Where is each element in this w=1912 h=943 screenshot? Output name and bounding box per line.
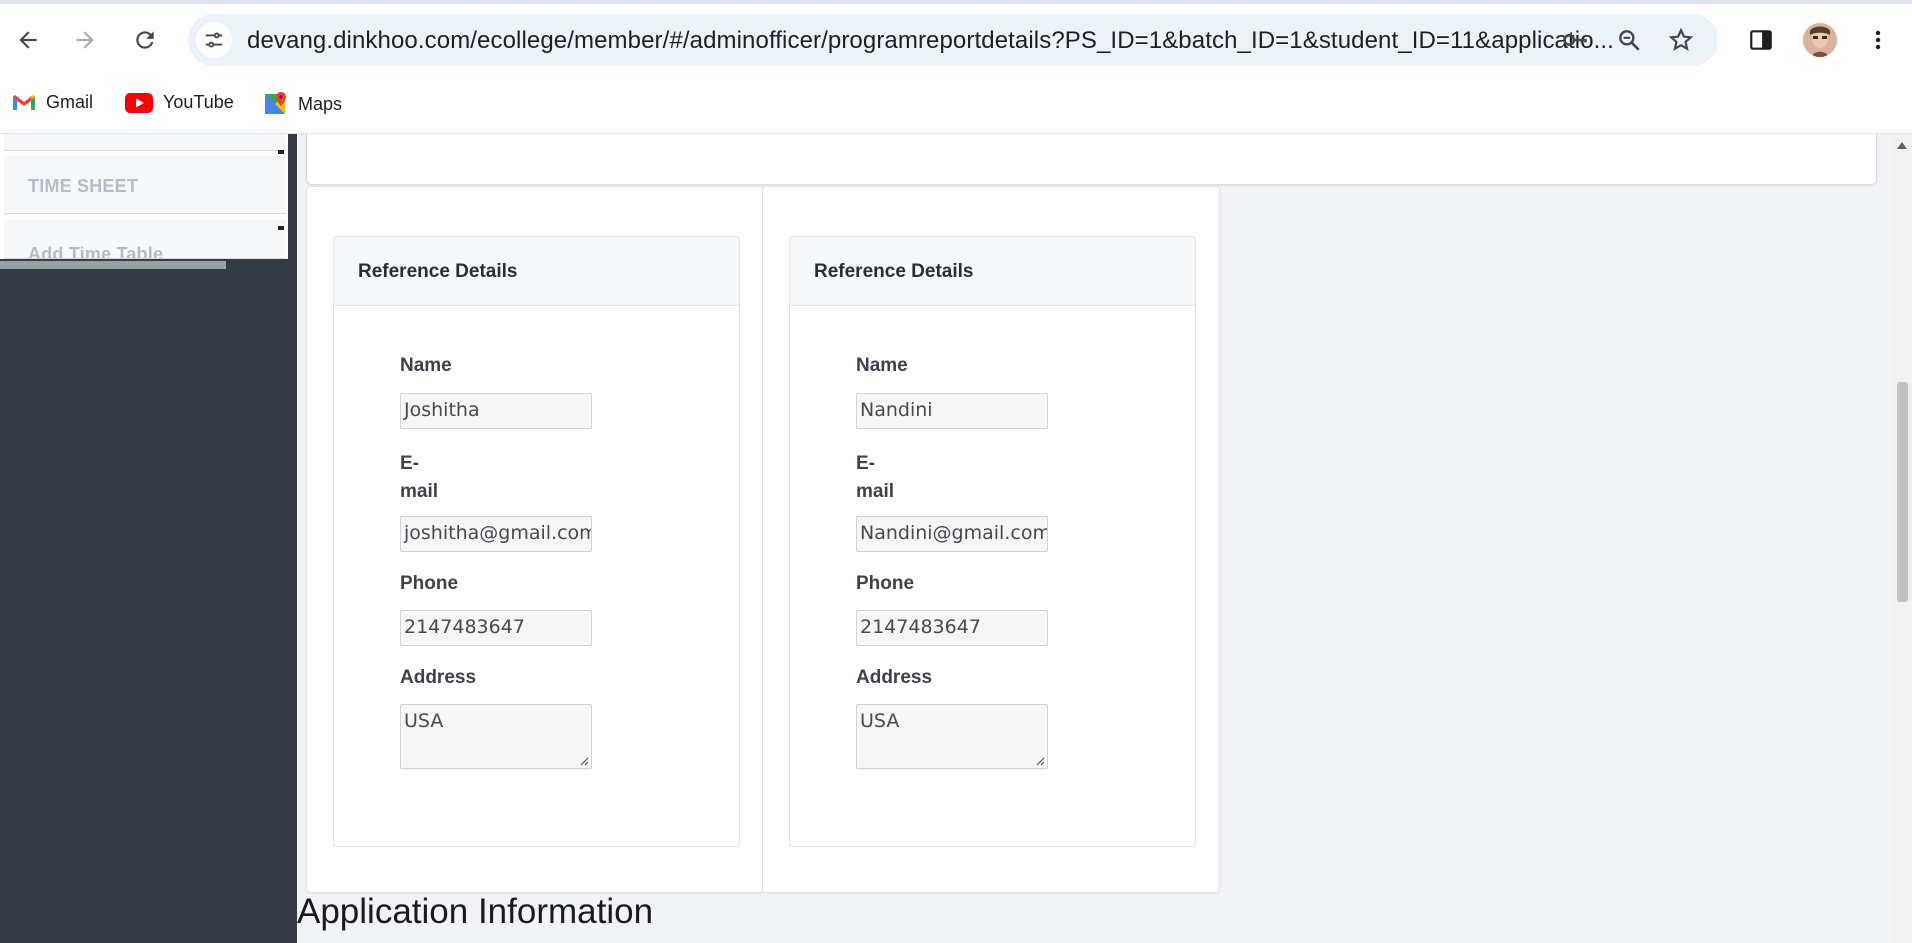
star-icon	[1668, 27, 1694, 51]
submenu-horizontal-scrollbar[interactable]	[0, 261, 226, 269]
reference-column-1: Reference Details Name Joshitha E- mail …	[306, 186, 764, 893]
back-arrow-icon	[19, 31, 37, 49]
side-panel-button[interactable]	[1743, 22, 1779, 58]
browser-toolbar: devang.dinkhoo.com/ecollege/member/#/adm…	[0, 0, 1912, 80]
email-label-line2: mail	[856, 481, 895, 502]
sidebar-item-previous[interactable]	[4, 134, 286, 151]
reference-card-title: Reference Details	[814, 261, 974, 282]
name-label: Name	[400, 355, 452, 376]
back-button[interactable]	[10, 22, 46, 58]
bookmark-youtube[interactable]: YouTube	[125, 92, 234, 113]
tab-strip-edge	[0, 0, 1912, 4]
reference-card: Reference Details Name Joshitha E- mail …	[333, 236, 740, 847]
reference-card-title: Reference Details	[358, 261, 518, 282]
gmail-icon	[13, 94, 35, 110]
sidebar-item-time-sheet[interactable]: TIME SHEET	[4, 156, 286, 214]
forward-arrow-icon	[76, 31, 94, 49]
phone-label: Phone	[856, 573, 915, 594]
address-textarea[interactable]: USA	[856, 704, 1048, 769]
browser-menu-button[interactable]	[1860, 22, 1896, 58]
tune-icon	[205, 32, 223, 48]
key-icon	[1563, 34, 1587, 46]
sidebar-item-add-time-table[interactable]: Add Time Table	[4, 220, 286, 259]
bookmarks-bar: Gmail YouTube Maps	[0, 80, 1912, 134]
address-textarea[interactable]: USA	[400, 704, 592, 769]
email-label-line1: E-	[856, 453, 875, 474]
sidebar-item-label: Add Time Table	[28, 244, 164, 259]
zoom-out-icon	[1619, 30, 1640, 51]
reference-card-header: Reference Details	[790, 237, 1195, 306]
page-scrollbar[interactable]	[1893, 134, 1912, 943]
email-label-line1: E-	[400, 453, 419, 474]
submenu-scroll-marker	[278, 150, 284, 154]
address-value: USA	[404, 710, 444, 732]
profile-photo-icon	[1803, 23, 1837, 57]
phone-field[interactable]: 2147483647	[856, 610, 1048, 646]
bookmark-star-button[interactable]	[1667, 26, 1695, 54]
email-label-line2: mail	[400, 481, 439, 502]
bookmark-label: Maps	[298, 93, 343, 114]
address-value: USA	[860, 710, 900, 732]
url-text[interactable]: devang.dinkhoo.com/ecollege/member/#/adm…	[247, 27, 1614, 55]
phone-field[interactable]: 2147483647	[400, 610, 592, 646]
zoom-button[interactable]	[1615, 26, 1643, 54]
bookmark-label: YouTube	[163, 92, 234, 112]
resize-grip-icon[interactable]	[1035, 756, 1045, 766]
youtube-icon	[125, 92, 153, 113]
previous-section-card	[306, 134, 1877, 185]
main-content: Reference Details Name Joshitha E- mail …	[297, 134, 1893, 943]
phone-label: Phone	[400, 573, 459, 594]
name-label: Name	[856, 355, 908, 376]
scroll-up-arrow-icon[interactable]	[1897, 142, 1907, 149]
bookmark-maps[interactable]: Maps	[264, 92, 342, 116]
profile-avatar[interactable]	[1803, 23, 1837, 57]
address-bar[interactable]: devang.dinkhoo.com/ecollege/member/#/adm…	[188, 14, 1718, 66]
name-field[interactable]: Nandini	[856, 393, 1048, 429]
reference-card-header: Reference Details	[334, 237, 739, 306]
bookmark-label: Gmail	[46, 92, 94, 112]
address-label: Address	[856, 667, 933, 688]
bookmark-gmail[interactable]: Gmail	[12, 92, 93, 113]
resize-grip-icon[interactable]	[579, 756, 589, 766]
kebab-menu-icon	[1875, 30, 1881, 50]
sidebar: TIME SHEET Add Time Table	[0, 134, 297, 943]
sidebar-item-label: TIME SHEET	[28, 176, 139, 196]
sidebar-submenu: TIME SHEET Add Time Table	[0, 134, 288, 259]
side-panel-icon	[1750, 30, 1772, 50]
address-label: Address	[400, 667, 477, 688]
password-key-button[interactable]	[1561, 26, 1589, 54]
reload-icon	[136, 31, 154, 49]
email-field[interactable]: Nandini@gmail.com	[856, 516, 1048, 552]
scrollbar-thumb[interactable]	[1897, 382, 1908, 602]
reference-column-2: Reference Details Name Nandini E- mail N…	[762, 186, 1220, 893]
name-field[interactable]: Joshitha	[400, 393, 592, 429]
forward-button[interactable]	[67, 22, 103, 58]
reference-card: Reference Details Name Nandini E- mail N…	[789, 236, 1196, 847]
email-field[interactable]: joshitha@gmail.com	[400, 516, 592, 552]
site-info-button[interactable]	[196, 22, 232, 58]
page-viewport: TIME SHEET Add Time Table Reference Deta…	[0, 134, 1912, 943]
submenu-scroll-marker	[278, 226, 284, 230]
section-heading: Application Information	[297, 892, 654, 931]
reload-button[interactable]	[127, 22, 163, 58]
maps-icon	[265, 92, 286, 114]
